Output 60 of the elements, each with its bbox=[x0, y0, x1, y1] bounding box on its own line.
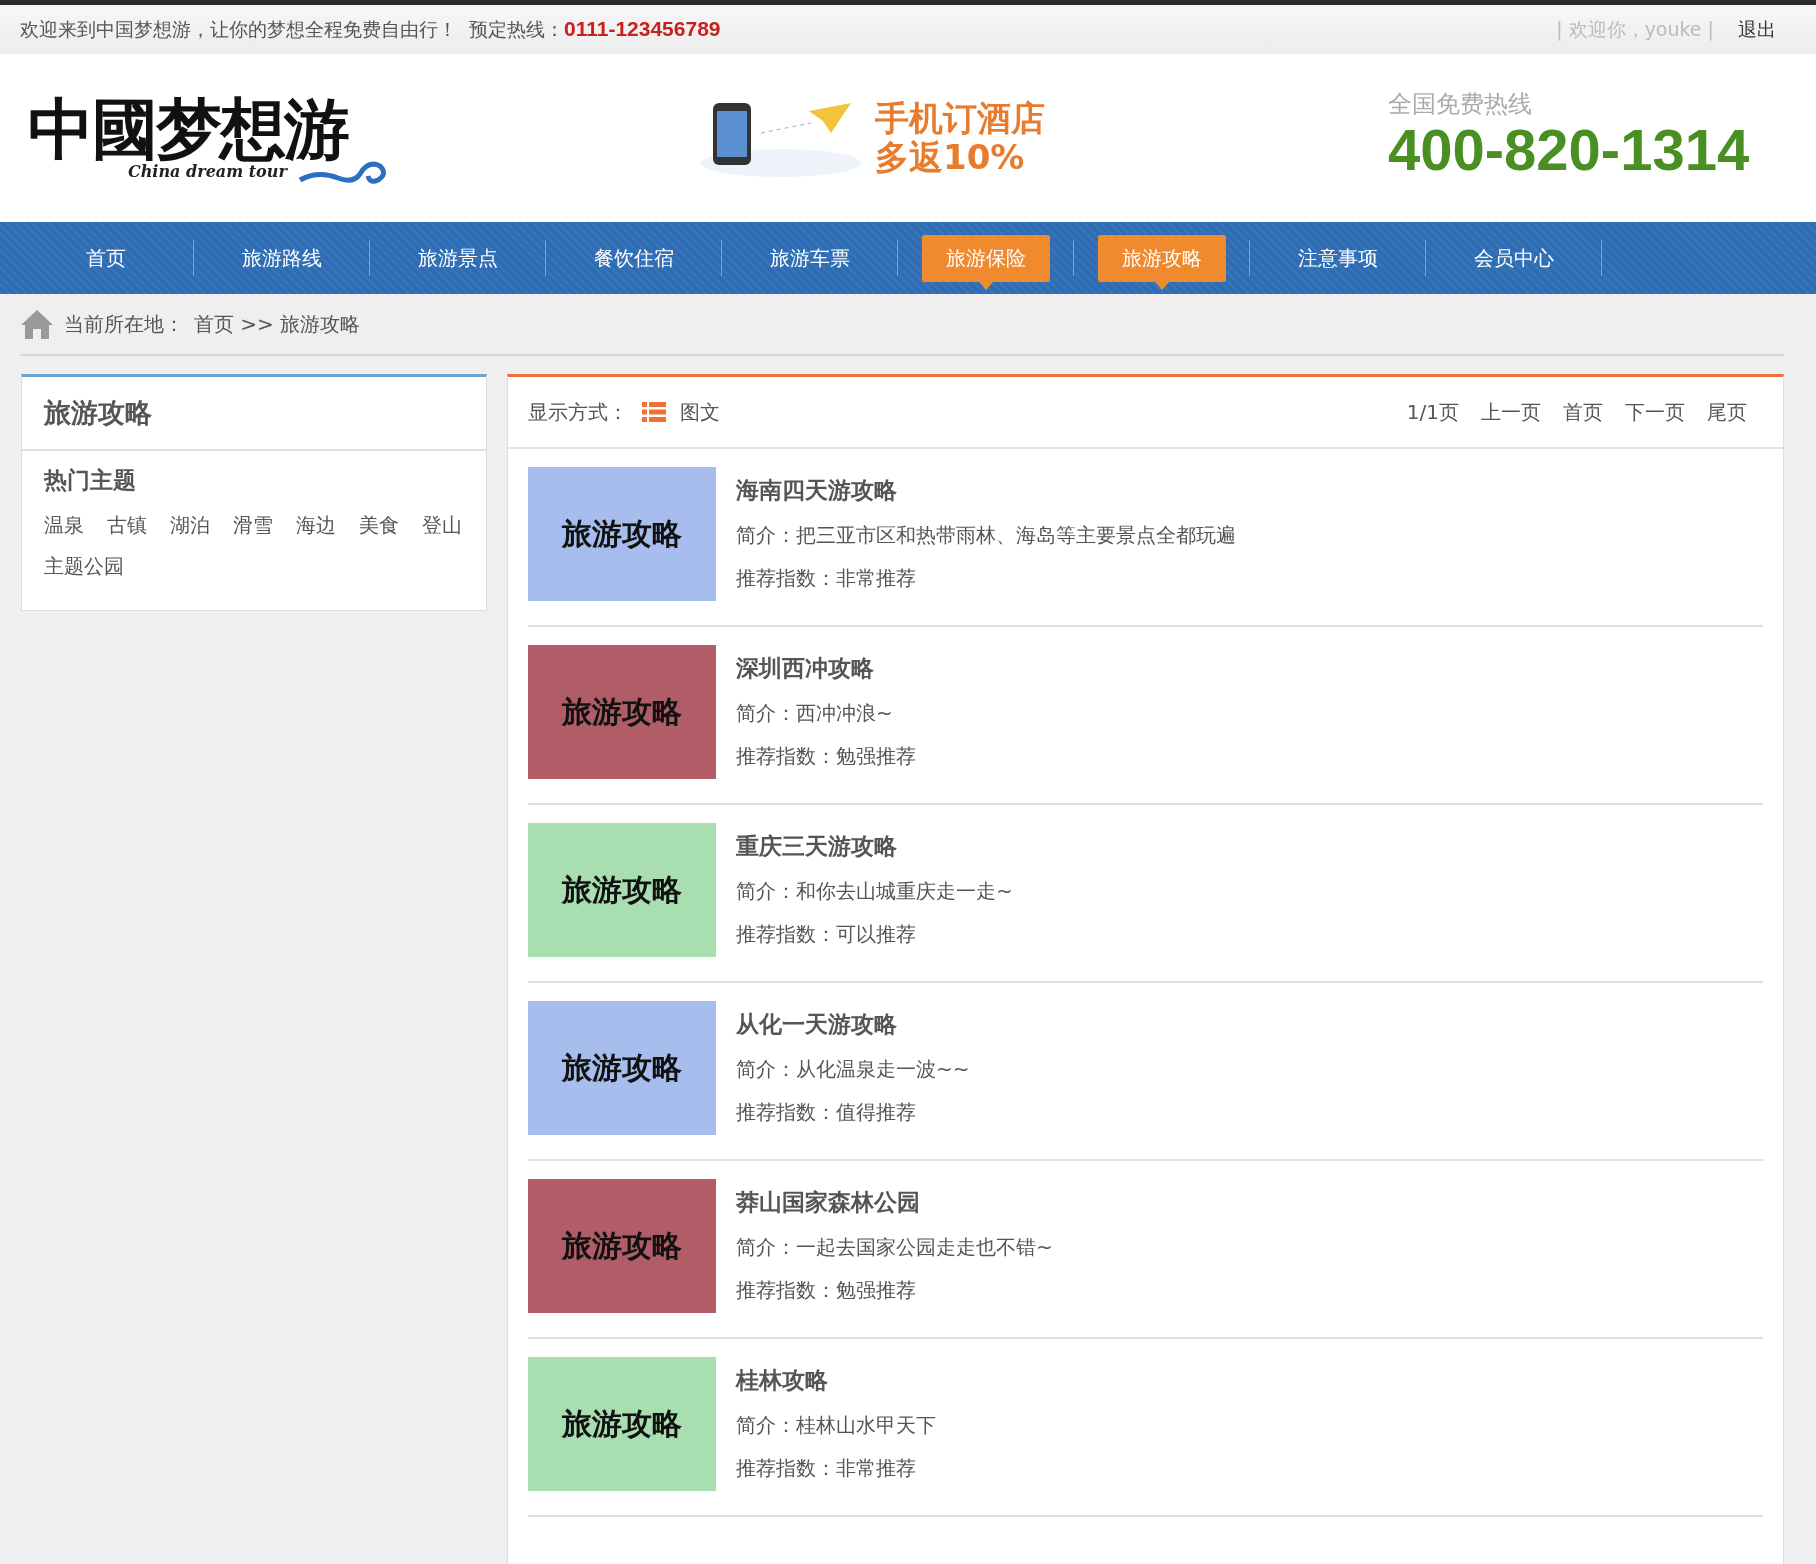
pager-link[interactable]: 尾页 bbox=[1707, 398, 1747, 426]
article-title[interactable]: 从化一天游攻略 bbox=[736, 1009, 970, 1040]
nav-tab[interactable]: 会员中心 bbox=[1449, 234, 1578, 282]
promo-line: 手机订酒店 bbox=[875, 98, 1045, 138]
tag-link[interactable]: 登山 bbox=[422, 512, 462, 539]
logout-link[interactable]: 退出 bbox=[1738, 16, 1776, 43]
article-summary: 简介：从化温泉走一波~~ bbox=[736, 1056, 970, 1083]
article-thumbnail[interactable]: 旅游攻略 bbox=[528, 1179, 716, 1313]
article-title[interactable]: 桂林攻略 bbox=[736, 1365, 936, 1396]
nav-tab[interactable]: 首页 bbox=[61, 234, 150, 282]
display-label: 显示方式： bbox=[528, 398, 628, 426]
article-title[interactable]: 海南四天游攻略 bbox=[736, 475, 1236, 506]
hotline-number: 0111-123456789 bbox=[564, 16, 721, 40]
tag-link[interactable]: 美食 bbox=[359, 512, 399, 539]
tag-link[interactable]: 海边 bbox=[296, 512, 336, 539]
page-info: 1/1页 bbox=[1406, 398, 1459, 426]
tag-link[interactable]: 滑雪 bbox=[233, 512, 273, 539]
user-greeting: | 欢迎你，youke | bbox=[1556, 16, 1714, 43]
nav-tab[interactable]: 注意事项 bbox=[1273, 234, 1402, 282]
hotline-label: 全国免费热线 bbox=[1388, 88, 1533, 120]
nav-tab[interactable]: 餐饮住宿 bbox=[569, 234, 698, 282]
article-rating: 推荐指数：勉强推荐 bbox=[736, 1277, 917, 1304]
tag-link[interactable]: 古镇 bbox=[107, 512, 147, 539]
pager-link[interactable]: 首页 bbox=[1563, 398, 1603, 426]
article-summary: 简介：西冲冲浪~ bbox=[736, 700, 894, 727]
pager-link[interactable]: 上一页 bbox=[1481, 398, 1541, 426]
article-thumbnail[interactable]: 旅游攻略 bbox=[528, 645, 716, 779]
article-summary: 简介：桂林山水甲天下 bbox=[736, 1412, 936, 1439]
article-title[interactable]: 深圳西冲攻略 bbox=[736, 653, 916, 684]
site-logo[interactable]: 中國梦想游 China dream tour bbox=[28, 78, 388, 198]
tag-link[interactable]: 温泉 bbox=[44, 512, 84, 539]
nav-tab[interactable]: 旅游路线 bbox=[217, 234, 346, 282]
display-mode: 图文 bbox=[680, 398, 720, 426]
article-rating: 推荐指数：非常推荐 bbox=[736, 565, 917, 592]
hotline-number: 400-820-1314 bbox=[1388, 119, 1751, 181]
tag-link[interactable]: 主题公园 bbox=[44, 553, 124, 580]
article-summary: 简介：把三亚市区和热带雨林、海岛等主要景点全都玩遍 bbox=[736, 522, 1236, 549]
breadcrumb-path: 首页 >> 旅游攻略 bbox=[194, 310, 361, 338]
article-thumbnail[interactable]: 旅游攻略 bbox=[528, 1001, 716, 1135]
article-summary: 简介：一起去国家公园走走也不错~ bbox=[736, 1234, 1053, 1261]
article-thumbnail[interactable]: 旅游攻略 bbox=[528, 823, 716, 957]
nav-tab[interactable]: 旅游车票 bbox=[745, 234, 874, 282]
article-title[interactable]: 莽山国家森林公园 bbox=[736, 1187, 1053, 1218]
welcome-text: 欢迎来到中国梦想游，让你的梦想全程免费自由行！ bbox=[20, 16, 457, 42]
article-rating: 推荐指数：非常推荐 bbox=[736, 1455, 917, 1482]
breadcrumb-label: 当前所在地： bbox=[64, 310, 184, 338]
nav-tab[interactable]: 旅游景点 bbox=[393, 234, 522, 282]
article-rating: 推荐指数：值得推荐 bbox=[736, 1099, 917, 1126]
sidebar-title: 旅游攻略 bbox=[22, 377, 486, 451]
article-thumbnail[interactable]: 旅游攻略 bbox=[528, 467, 716, 601]
pager-link[interactable]: 下一页 bbox=[1625, 398, 1685, 426]
article-thumbnail[interactable]: 旅游攻略 bbox=[528, 1357, 716, 1491]
hotline-label: 预定热线： bbox=[469, 17, 564, 40]
article-title[interactable]: 重庆三天游攻略 bbox=[736, 831, 1013, 862]
tag-link[interactable]: 湖泊 bbox=[170, 512, 210, 539]
article-rating: 推荐指数：可以推荐 bbox=[736, 921, 917, 948]
promo-line: 多返10% bbox=[875, 138, 1026, 178]
article-rating: 推荐指数：勉强推荐 bbox=[736, 743, 916, 770]
article-summary: 简介：和你去山城重庆走一走~ bbox=[736, 878, 1013, 905]
section-title: 热门主题 bbox=[44, 466, 137, 495]
